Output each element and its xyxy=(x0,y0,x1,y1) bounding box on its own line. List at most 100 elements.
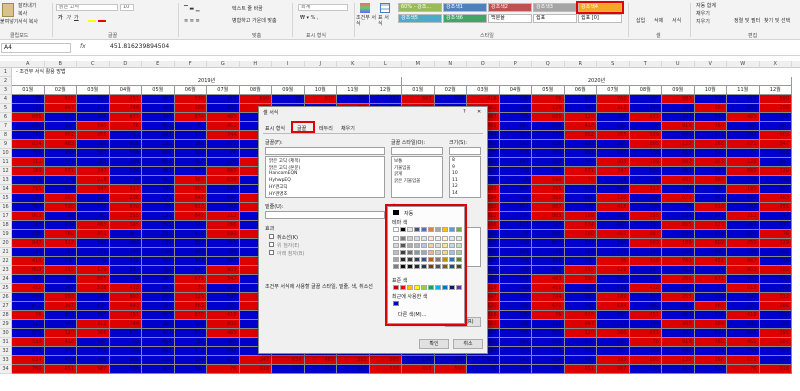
size-list-item[interactable]: 11 xyxy=(452,178,458,183)
data-cell[interactable]: 189 xyxy=(499,266,532,275)
data-cell[interactable]: 189 xyxy=(759,266,792,275)
data-cell[interactable]: 802 xyxy=(564,131,597,140)
data-cell[interactable]: 847 xyxy=(44,320,77,329)
data-cell[interactable]: 483 xyxy=(44,140,77,149)
fx-icon[interactable]: fx xyxy=(80,43,86,50)
column-header-N[interactable]: N xyxy=(435,61,467,68)
data-cell[interactable]: 590 xyxy=(44,257,77,266)
data-cell[interactable]: 918 xyxy=(629,257,662,266)
data-cell[interactable]: 671 xyxy=(207,356,240,365)
data-cell[interactable]: 847 xyxy=(629,266,662,275)
month-header[interactable]: 09월 xyxy=(272,86,305,95)
data-cell[interactable]: 538 xyxy=(369,365,402,374)
data-cell[interactable]: 189 xyxy=(77,293,110,302)
data-cell[interactable]: 347 xyxy=(12,221,45,230)
data-cell[interactable]: 395 xyxy=(629,221,662,230)
data-cell[interactable]: 634 xyxy=(174,113,207,122)
data-cell[interactable]: 802 xyxy=(564,347,597,356)
data-cell[interactable]: 418 xyxy=(12,257,45,266)
month-header[interactable]: 06월 xyxy=(174,86,207,95)
data-cell[interactable]: 395 xyxy=(564,275,597,284)
data-cell[interactable]: 538 xyxy=(727,176,760,185)
style-list-item[interactable]: 기울임꼴 xyxy=(394,165,411,171)
data-cell[interactable]: 847 xyxy=(727,293,760,302)
data-cell[interactable]: 538 xyxy=(499,257,532,266)
data-cell[interactable]: 760 xyxy=(694,338,727,347)
data-cell[interactable]: 865 xyxy=(662,221,695,230)
data-cell[interactable]: 847 xyxy=(564,320,597,329)
data-cell[interactable]: 987 xyxy=(564,284,597,293)
data-cell[interactable]: 76 xyxy=(12,95,45,104)
row-header-26[interactable]: 26 xyxy=(0,293,12,302)
data-cell[interactable]: 418 xyxy=(77,203,110,212)
data-cell[interactable]: 451 xyxy=(694,257,727,266)
data-cell[interactable]: 483 xyxy=(142,167,175,176)
data-cell[interactable]: 129 xyxy=(727,158,760,167)
data-cell[interactable]: 760 xyxy=(12,149,45,158)
data-cell[interactable]: 255 xyxy=(597,347,630,356)
font-color-icon[interactable] xyxy=(98,15,106,22)
data-cell[interactable]: 76 xyxy=(629,338,662,347)
data-cell[interactable]: 760 xyxy=(727,203,760,212)
data-cell[interactable]: 255 xyxy=(499,320,532,329)
data-cell[interactable]: 483 xyxy=(564,140,597,149)
data-cell[interactable]: 590 xyxy=(77,338,110,347)
size-list-item[interactable]: 10 xyxy=(452,171,458,176)
cancel-button[interactable]: 취소 xyxy=(453,339,483,349)
data-cell[interactable]: 189 xyxy=(727,185,760,194)
column-header-U[interactable]: U xyxy=(662,61,695,68)
data-cell[interactable]: 347 xyxy=(174,194,207,203)
data-cell[interactable]: 744 xyxy=(629,320,662,329)
data-cell[interactable]: 634 xyxy=(142,248,175,257)
style-list-item[interactable]: 굵게 xyxy=(394,171,402,177)
data-cell[interactable]: 744 xyxy=(142,185,175,194)
data-cell[interactable]: 129 xyxy=(77,266,110,275)
data-cell[interactable]: 538 xyxy=(532,122,565,131)
data-cell[interactable]: 847 xyxy=(142,131,175,140)
data-cell[interactable]: 590 xyxy=(694,365,727,374)
data-cell[interactable]: 903 xyxy=(12,212,45,221)
data-cell[interactable]: 865 xyxy=(532,329,565,338)
data-cell[interactable]: 451 xyxy=(44,365,77,374)
style-item-10[interactable]: 쉼표 [0] xyxy=(578,14,622,23)
style-item-1[interactable]: 60% - 강조... xyxy=(398,3,442,12)
data-cell[interactable]: 865 xyxy=(629,140,662,149)
data-cell[interactable]: 671 xyxy=(499,221,532,230)
data-cell[interactable]: 744 xyxy=(727,131,760,140)
data-cell[interactable]: 903 xyxy=(662,104,695,113)
data-cell[interactable]: 76 xyxy=(532,311,565,320)
data-cell[interactable]: 451 xyxy=(109,95,142,104)
data-cell[interactable]: 76 xyxy=(12,311,45,320)
data-cell[interactable]: 395 xyxy=(499,329,532,338)
data-cell[interactable]: 395 xyxy=(759,113,792,122)
data-cell[interactable]: 451 xyxy=(304,365,337,374)
data-cell[interactable]: 744 xyxy=(44,158,77,167)
data-cell[interactable]: 483 xyxy=(12,275,45,284)
data-cell[interactable]: 347 xyxy=(77,167,110,176)
data-cell[interactable]: 347 xyxy=(597,167,630,176)
data-cell[interactable]: 266 xyxy=(174,140,207,149)
data-cell[interactable]: 120 xyxy=(109,275,142,284)
data-cell[interactable]: 865 xyxy=(142,221,175,230)
data-cell[interactable]: 538 xyxy=(77,284,110,293)
strikethrough-checkbox[interactable] xyxy=(269,234,274,239)
data-cell[interactable]: 538 xyxy=(12,338,45,347)
data-cell[interactable]: 483 xyxy=(727,329,760,338)
size-list-item[interactable]: 12 xyxy=(452,184,458,189)
data-cell[interactable]: 760 xyxy=(662,257,695,266)
data-cell[interactable]: 590 xyxy=(532,176,565,185)
data-cell[interactable]: 189 xyxy=(174,320,207,329)
row-header-32[interactable]: 32 xyxy=(0,347,12,356)
data-cell[interactable]: 312 xyxy=(207,212,240,221)
month-header[interactable]: 11월 xyxy=(727,86,760,95)
month-header[interactable]: 03월 xyxy=(77,86,110,95)
data-cell[interactable]: 76 xyxy=(44,176,77,185)
align-top-icon[interactable]: ▔ ▬ ▁ xyxy=(184,6,200,12)
data-cell[interactable]: 634 xyxy=(597,302,630,311)
data-cell[interactable]: 189 xyxy=(174,104,207,113)
data-cell[interactable]: 987 xyxy=(597,149,630,158)
data-cell[interactable]: 918 xyxy=(759,365,792,374)
data-cell[interactable]: 802 xyxy=(694,239,727,248)
row-header-17[interactable]: 17 xyxy=(0,212,12,221)
data-cell[interactable]: 802 xyxy=(207,104,240,113)
